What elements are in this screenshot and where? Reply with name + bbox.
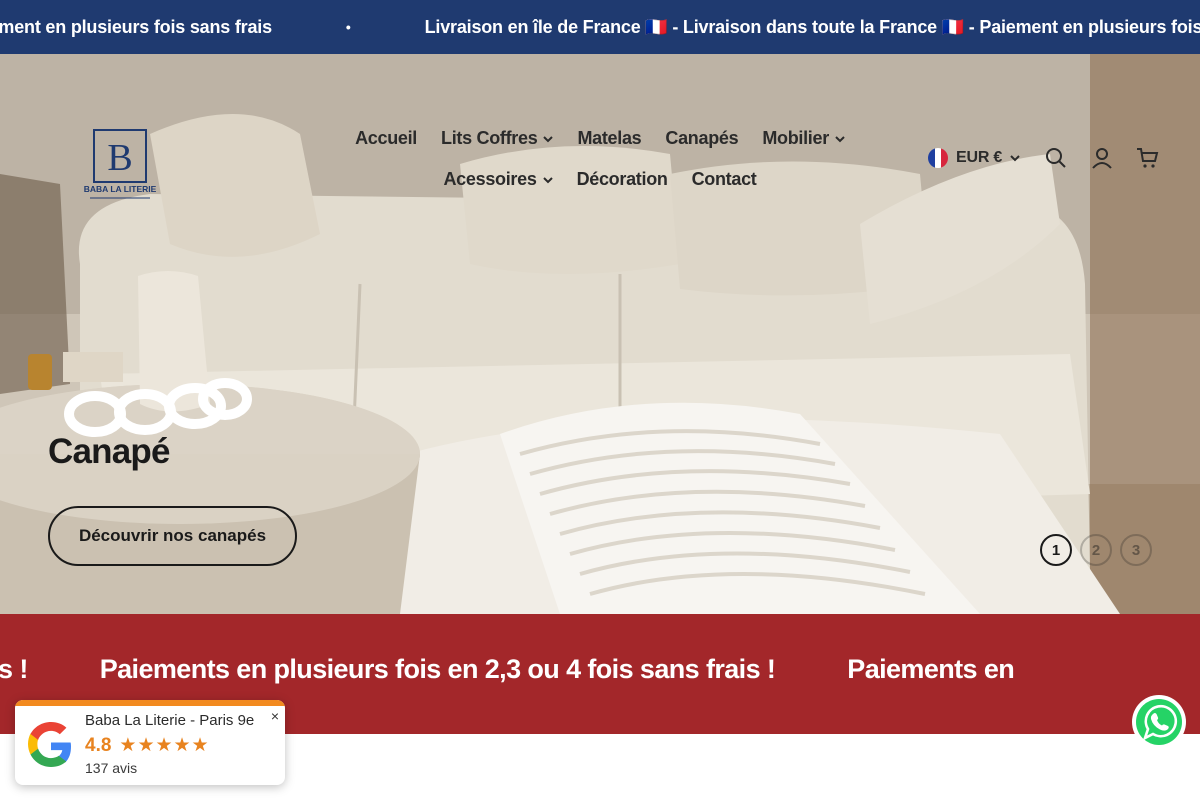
hero-banner: B BABA LA LITERIE Accueil Lits Coffres M… [0, 54, 1200, 614]
announcement-bar: aiement en plusieurs fois sans frais • L… [0, 0, 1200, 54]
nav-item-label: Canapés [665, 128, 739, 148]
chevron-down-icon [543, 134, 554, 146]
currency-label: EUR € [956, 149, 1003, 166]
chevron-down-icon [542, 175, 553, 187]
nav-item-label: Contact [691, 169, 757, 189]
chevron-down-icon [1010, 149, 1020, 167]
announcement-item: aiement en plusieurs fois sans frais [0, 16, 272, 37]
payment-item: en 2,3 ou 4 fois sans frais ! [0, 654, 28, 684]
review-accent-bar [15, 700, 285, 706]
google-review-badge[interactable]: Baba La Literie - Paris 9e 4.8 ★★★★★ 137… [15, 700, 285, 785]
review-count: 137 avis [85, 760, 138, 776]
flag-fr-icon [928, 148, 948, 168]
announcement-item: Livraison en île de France 🇫🇷 - Livraiso… [424, 16, 1200, 37]
chevron-down-icon [835, 134, 845, 146]
cart-icon[interactable] [1136, 146, 1160, 170]
nav-item-label: Lits Coffres [441, 128, 538, 148]
slide-pagination: 1 2 3 [1040, 534, 1152, 566]
star-rating-icon: ★★★★★ [119, 735, 210, 756]
discover-sofas-button[interactable]: Découvrir nos canapés [48, 506, 297, 566]
nav-item-label: Matelas [577, 128, 642, 148]
currency-selector[interactable]: EUR € [928, 148, 1020, 168]
nav-item-matelas[interactable]: Matelas [565, 118, 653, 159]
nav-item-canapes[interactable]: Canapés [653, 118, 750, 159]
nav-item-lits-coffres[interactable]: Lits Coffres [429, 118, 565, 159]
nav-item-acessoires[interactable]: Acessoires [431, 159, 564, 200]
nav-item-accueil[interactable]: Accueil [343, 118, 429, 159]
account-icon[interactable] [1090, 146, 1114, 170]
brand-logo[interactable]: B BABA LA LITERIE [84, 126, 156, 204]
google-logo-icon [28, 722, 71, 767]
header-tools: EUR € [928, 146, 1160, 170]
close-icon[interactable]: × [271, 708, 279, 724]
search-icon[interactable] [1044, 146, 1068, 170]
nav-item-label: Acessoires [443, 169, 537, 189]
main-navigation: Accueil Lits Coffres Matelas Canapés Mob… [300, 118, 900, 200]
payment-item: Paiements en plusieurs fois en 2,3 ou 4 … [99, 654, 776, 684]
announcement-track: aiement en plusieurs fois sans frais • L… [0, 0, 1200, 54]
logo-letter: B [107, 137, 132, 179]
announcement-separator: • [345, 19, 351, 35]
logo-wordmark: BABA LA LITERIE [84, 184, 156, 194]
slide-dot-3[interactable]: 3 [1120, 534, 1152, 566]
payment-track: en 2,3 ou 4 fois sans frais ! Paiements … [0, 654, 1015, 685]
hero-title: Canapé [48, 432, 170, 471]
nav-item-label: Accueil [355, 128, 418, 148]
slide-dot-2[interactable]: 2 [1080, 534, 1112, 566]
nav-item-label: Décoration [576, 169, 668, 189]
review-business-name: Baba La Literie - Paris 9e [85, 712, 255, 729]
whatsapp-icon[interactable] [1131, 694, 1187, 750]
slide-dot-1[interactable]: 1 [1040, 534, 1072, 566]
nav-item-mobilier[interactable]: Mobilier [750, 118, 857, 159]
nav-item-contact[interactable]: Contact [680, 159, 769, 200]
review-rating: 4.8 ★★★★★ [85, 734, 210, 757]
nav-item-decoration[interactable]: Décoration [565, 159, 680, 200]
review-score: 4.8 [85, 734, 112, 756]
nav-item-label: Mobilier [762, 128, 829, 148]
payment-item: Paiements en [847, 654, 1015, 684]
